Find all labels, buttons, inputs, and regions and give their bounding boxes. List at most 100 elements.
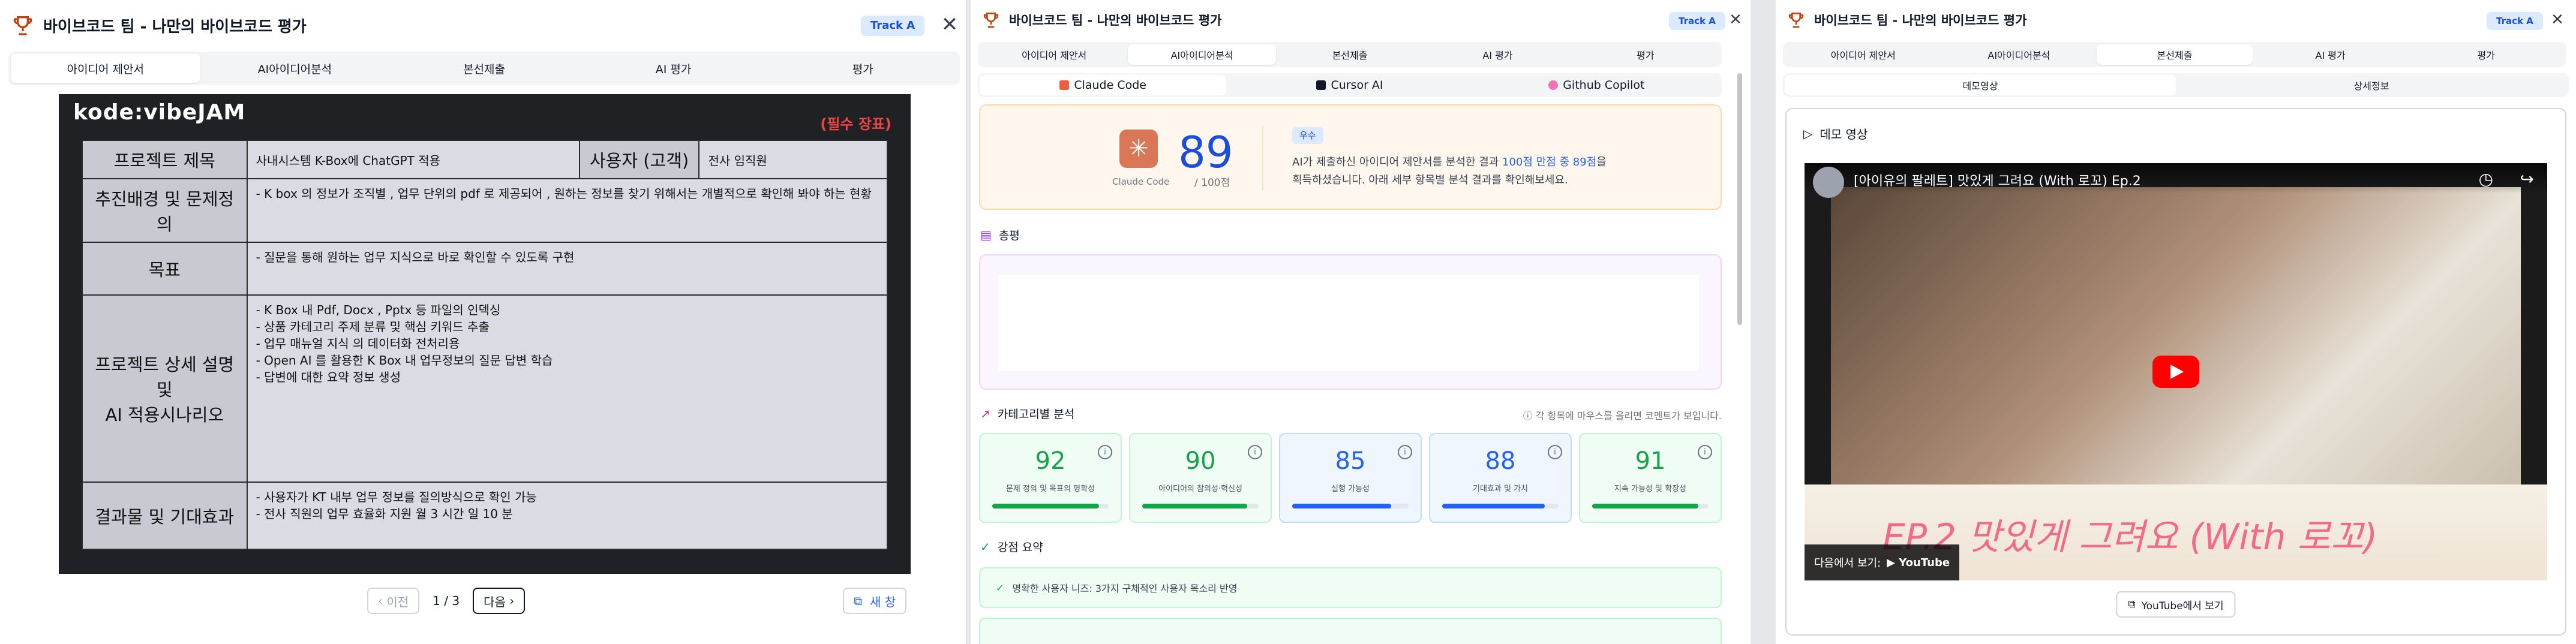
idea-proposal-panel: 바이브코드 팀 - 나만의 바이브코드 평가 Track A ✕ 아이디어 제안… bbox=[0, 0, 966, 644]
tab-label: Github Copilot bbox=[1563, 79, 1645, 92]
clock-icon[interactable]: ◷ bbox=[2479, 169, 2493, 189]
tab-idea-proposal[interactable]: 아이디어 제안서 bbox=[11, 54, 200, 83]
close-icon[interactable]: ✕ bbox=[1725, 10, 1746, 30]
tab-evaluation[interactable]: 평가 bbox=[2408, 44, 2564, 65]
tab-cursor-ai[interactable]: Cursor AI bbox=[1226, 75, 1473, 95]
tab-claude-code[interactable]: Claude Code bbox=[980, 75, 1227, 95]
score-description: AI가 제출하신 아이디어 제안서를 분석한 결과 100점 만점 중 89점을… bbox=[1292, 154, 1607, 189]
tab-label: Claude Code bbox=[1074, 79, 1146, 92]
section-title: 데모 영상 bbox=[1820, 127, 1868, 142]
row-line: - K Box 내 Pdf, Docx , Pptx 등 파일의 인덱싱 bbox=[256, 303, 501, 317]
check-circle-icon: ✓ bbox=[980, 539, 990, 554]
row-value: 전사 임직원 bbox=[698, 140, 888, 179]
category-card[interactable]: 88 기대효과 및 가치 i bbox=[1429, 433, 1572, 523]
tab-label: Cursor AI bbox=[1331, 79, 1383, 92]
watch-on-youtube-bar[interactable]: 다음에서 보기: ▶ YouTube bbox=[1805, 544, 1960, 580]
next-label: 다음 bbox=[484, 594, 506, 609]
close-icon[interactable]: ✕ bbox=[2547, 10, 2568, 30]
tab-ai-idea-analysis[interactable]: AI아이디어분석 bbox=[1941, 44, 2097, 65]
new-window-label: 새 창 bbox=[870, 594, 896, 609]
tab-github-copilot[interactable]: Github Copilot bbox=[1473, 75, 1720, 95]
desc-text: 을 bbox=[1596, 156, 1607, 168]
category-card[interactable]: 92 문제 정의 및 목표의 명확성 i bbox=[979, 433, 1122, 523]
channel-avatar[interactable] bbox=[1813, 167, 1844, 198]
tab-details[interactable]: 상세정보 bbox=[2176, 75, 2567, 95]
row-line: - 사용자가 KT 내부 업무 정보를 질의방식으로 확인 가능 bbox=[256, 490, 537, 504]
category-label: 실행 가능성 bbox=[1331, 484, 1370, 493]
main-tabs: 아이디어 제안서 AI아이디어분석 본선제출 AI 평가 평가 bbox=[8, 52, 960, 85]
tab-idea-proposal[interactable]: 아이디어 제안서 bbox=[980, 44, 1128, 65]
tab-final-submission[interactable]: 본선제출 bbox=[2097, 44, 2253, 65]
claude-icon bbox=[1059, 80, 1070, 90]
track-badge: Track A bbox=[2487, 12, 2543, 30]
submission-tabs: 데모영상 상세정보 bbox=[1783, 73, 2569, 97]
info-icon[interactable]: i bbox=[1398, 445, 1412, 459]
strength-item bbox=[979, 618, 1722, 644]
panel-header: 바이브코드 팀 - 나만의 바이브코드 평가 bbox=[0, 0, 966, 50]
youtube-embed[interactable]: [아이유의 팔레트] 맛있게 그려요 (With 로꼬) Ep.2 ◷ ↪ EP… bbox=[1805, 163, 2547, 580]
category-card[interactable]: 90 아이디어의 참의성·혁신성 i bbox=[1129, 433, 1272, 523]
tab-idea-proposal[interactable]: 아이디어 제안서 bbox=[1785, 44, 1941, 65]
required-note: (필수 장표) bbox=[820, 116, 891, 133]
proposal-table: 프로젝트 제목 사내시스템 K-Box에 ChatGPT 적용 사용자 (고객)… bbox=[82, 140, 888, 550]
window-title: 바이브코드 팀 - 나만의 바이브코드 평가 bbox=[1009, 13, 1222, 28]
info-icon[interactable]: i bbox=[1098, 445, 1112, 459]
score-bar bbox=[1592, 504, 1709, 508]
desc-text: 획득하셨습니다. 아래 세부 항목별 분석 결과를 확인해보세요. bbox=[1292, 174, 1568, 186]
video-thumbnail bbox=[1831, 187, 2521, 496]
grade-badge: 우수 bbox=[1292, 127, 1323, 144]
play-button[interactable] bbox=[2152, 356, 2199, 388]
screen: 바이브코드 팀 - 나만의 바이브코드 평가 Track A ✕ 아이디어 제안… bbox=[0, 0, 2576, 644]
tab-ai-evaluation[interactable]: AI 평가 bbox=[579, 54, 768, 83]
youtube-button[interactable]: ⧉ YouTube에서 보기 bbox=[2116, 591, 2236, 618]
summary-box bbox=[979, 254, 1722, 390]
category-card[interactable]: 85 실행 가능성 i bbox=[1279, 433, 1422, 523]
divider bbox=[1262, 126, 1263, 191]
tab-evaluation[interactable]: 평가 bbox=[768, 54, 957, 83]
share-icon[interactable]: ↪ bbox=[2520, 169, 2534, 189]
youtube-button-label: YouTube에서 보기 bbox=[2141, 600, 2224, 612]
category-label: 기대효과 및 가치 bbox=[1473, 484, 1528, 493]
category-card[interactable]: 91 지속 가능성 및 확장성 i bbox=[1579, 433, 1722, 523]
claude-logo-icon: ✳ bbox=[1119, 130, 1158, 168]
info-icon[interactable]: i bbox=[1248, 445, 1262, 459]
info-icon[interactable]: i bbox=[1698, 445, 1712, 459]
slide-pager: ‹ 이전 1 / 3 다음 › bbox=[367, 588, 526, 614]
section-title: 총평 bbox=[998, 229, 1020, 242]
next-button[interactable]: 다음 › bbox=[473, 588, 526, 614]
row-value: 사내시스템 K-Box에 ChatGPT 적용 bbox=[246, 140, 580, 179]
tab-ai-evaluation[interactable]: AI 평가 bbox=[1424, 44, 1571, 65]
trophy-icon bbox=[983, 13, 999, 28]
scrollbar[interactable] bbox=[1737, 73, 1742, 325]
video-title[interactable]: [아이유의 팔레트] 맛있게 그려요 (With 로꼬) Ep.2 bbox=[1854, 170, 2141, 189]
tab-evaluation[interactable]: 평가 bbox=[1572, 44, 1719, 65]
score-max: / 100점 bbox=[1194, 177, 1230, 189]
prev-button[interactable]: ‹ 이전 bbox=[367, 588, 420, 614]
row-line: - 질문을 통해 원하는 업무 지식으로 바로 확인할 수 있도록 구현 bbox=[256, 250, 575, 264]
tab-final-submission[interactable]: 본선제출 bbox=[389, 54, 579, 83]
row-label: 사용자 (고객) bbox=[578, 140, 700, 179]
summary-heading: ▤ 총평 bbox=[980, 227, 1020, 243]
info-icon: ⓘ bbox=[1523, 410, 1536, 422]
demo-heading: ▷ 데모 영상 bbox=[1803, 125, 1868, 142]
tool-tabs: Claude Code Cursor AI Github Copilot bbox=[978, 73, 1722, 97]
main-tabs: 아이디어 제안서 AI아이디어분석 본선제출 AI 평가 평가 bbox=[978, 42, 1722, 67]
prev-label: 이전 bbox=[386, 594, 409, 609]
info-icon[interactable]: i bbox=[1548, 445, 1562, 459]
page-indicator: 1 / 3 bbox=[433, 594, 460, 608]
close-icon[interactable]: ✕ bbox=[939, 14, 960, 35]
tab-ai-evaluation[interactable]: AI 평가 bbox=[2253, 44, 2409, 65]
panel-header: 바이브코드 팀 - 나만의 바이브코드 평가 bbox=[971, 0, 1751, 40]
new-window-button[interactable]: ⧉ 새 창 bbox=[843, 588, 907, 614]
score-bar bbox=[992, 504, 1109, 508]
youtube-logo-icon: ▶ bbox=[1887, 556, 1899, 569]
table-row: 목표 - 질문을 통해 원하는 업무 지식으로 바로 확인할 수 있도록 구현 bbox=[82, 242, 888, 296]
tab-ai-idea-analysis[interactable]: AI아이디어분석 bbox=[200, 54, 390, 83]
final-submission-panel: 바이브코드 팀 - 나만의 바이브코드 평가 Track A ✕ 아이디어 제안… bbox=[1776, 0, 2576, 644]
tab-ai-idea-analysis[interactable]: AI아이디어분석 bbox=[1128, 44, 1276, 65]
youtube-label: YouTube bbox=[1899, 556, 1950, 569]
tab-final-submission[interactable]: 본선제출 bbox=[1276, 44, 1424, 65]
table-row: 추진배경 및 문제정의 - K box 의 정보가 조직별 , 업무 단위의 p… bbox=[82, 178, 888, 243]
tab-demo-video[interactable]: 데모영상 bbox=[1785, 75, 2176, 95]
track-badge: Track A bbox=[1669, 12, 1725, 30]
